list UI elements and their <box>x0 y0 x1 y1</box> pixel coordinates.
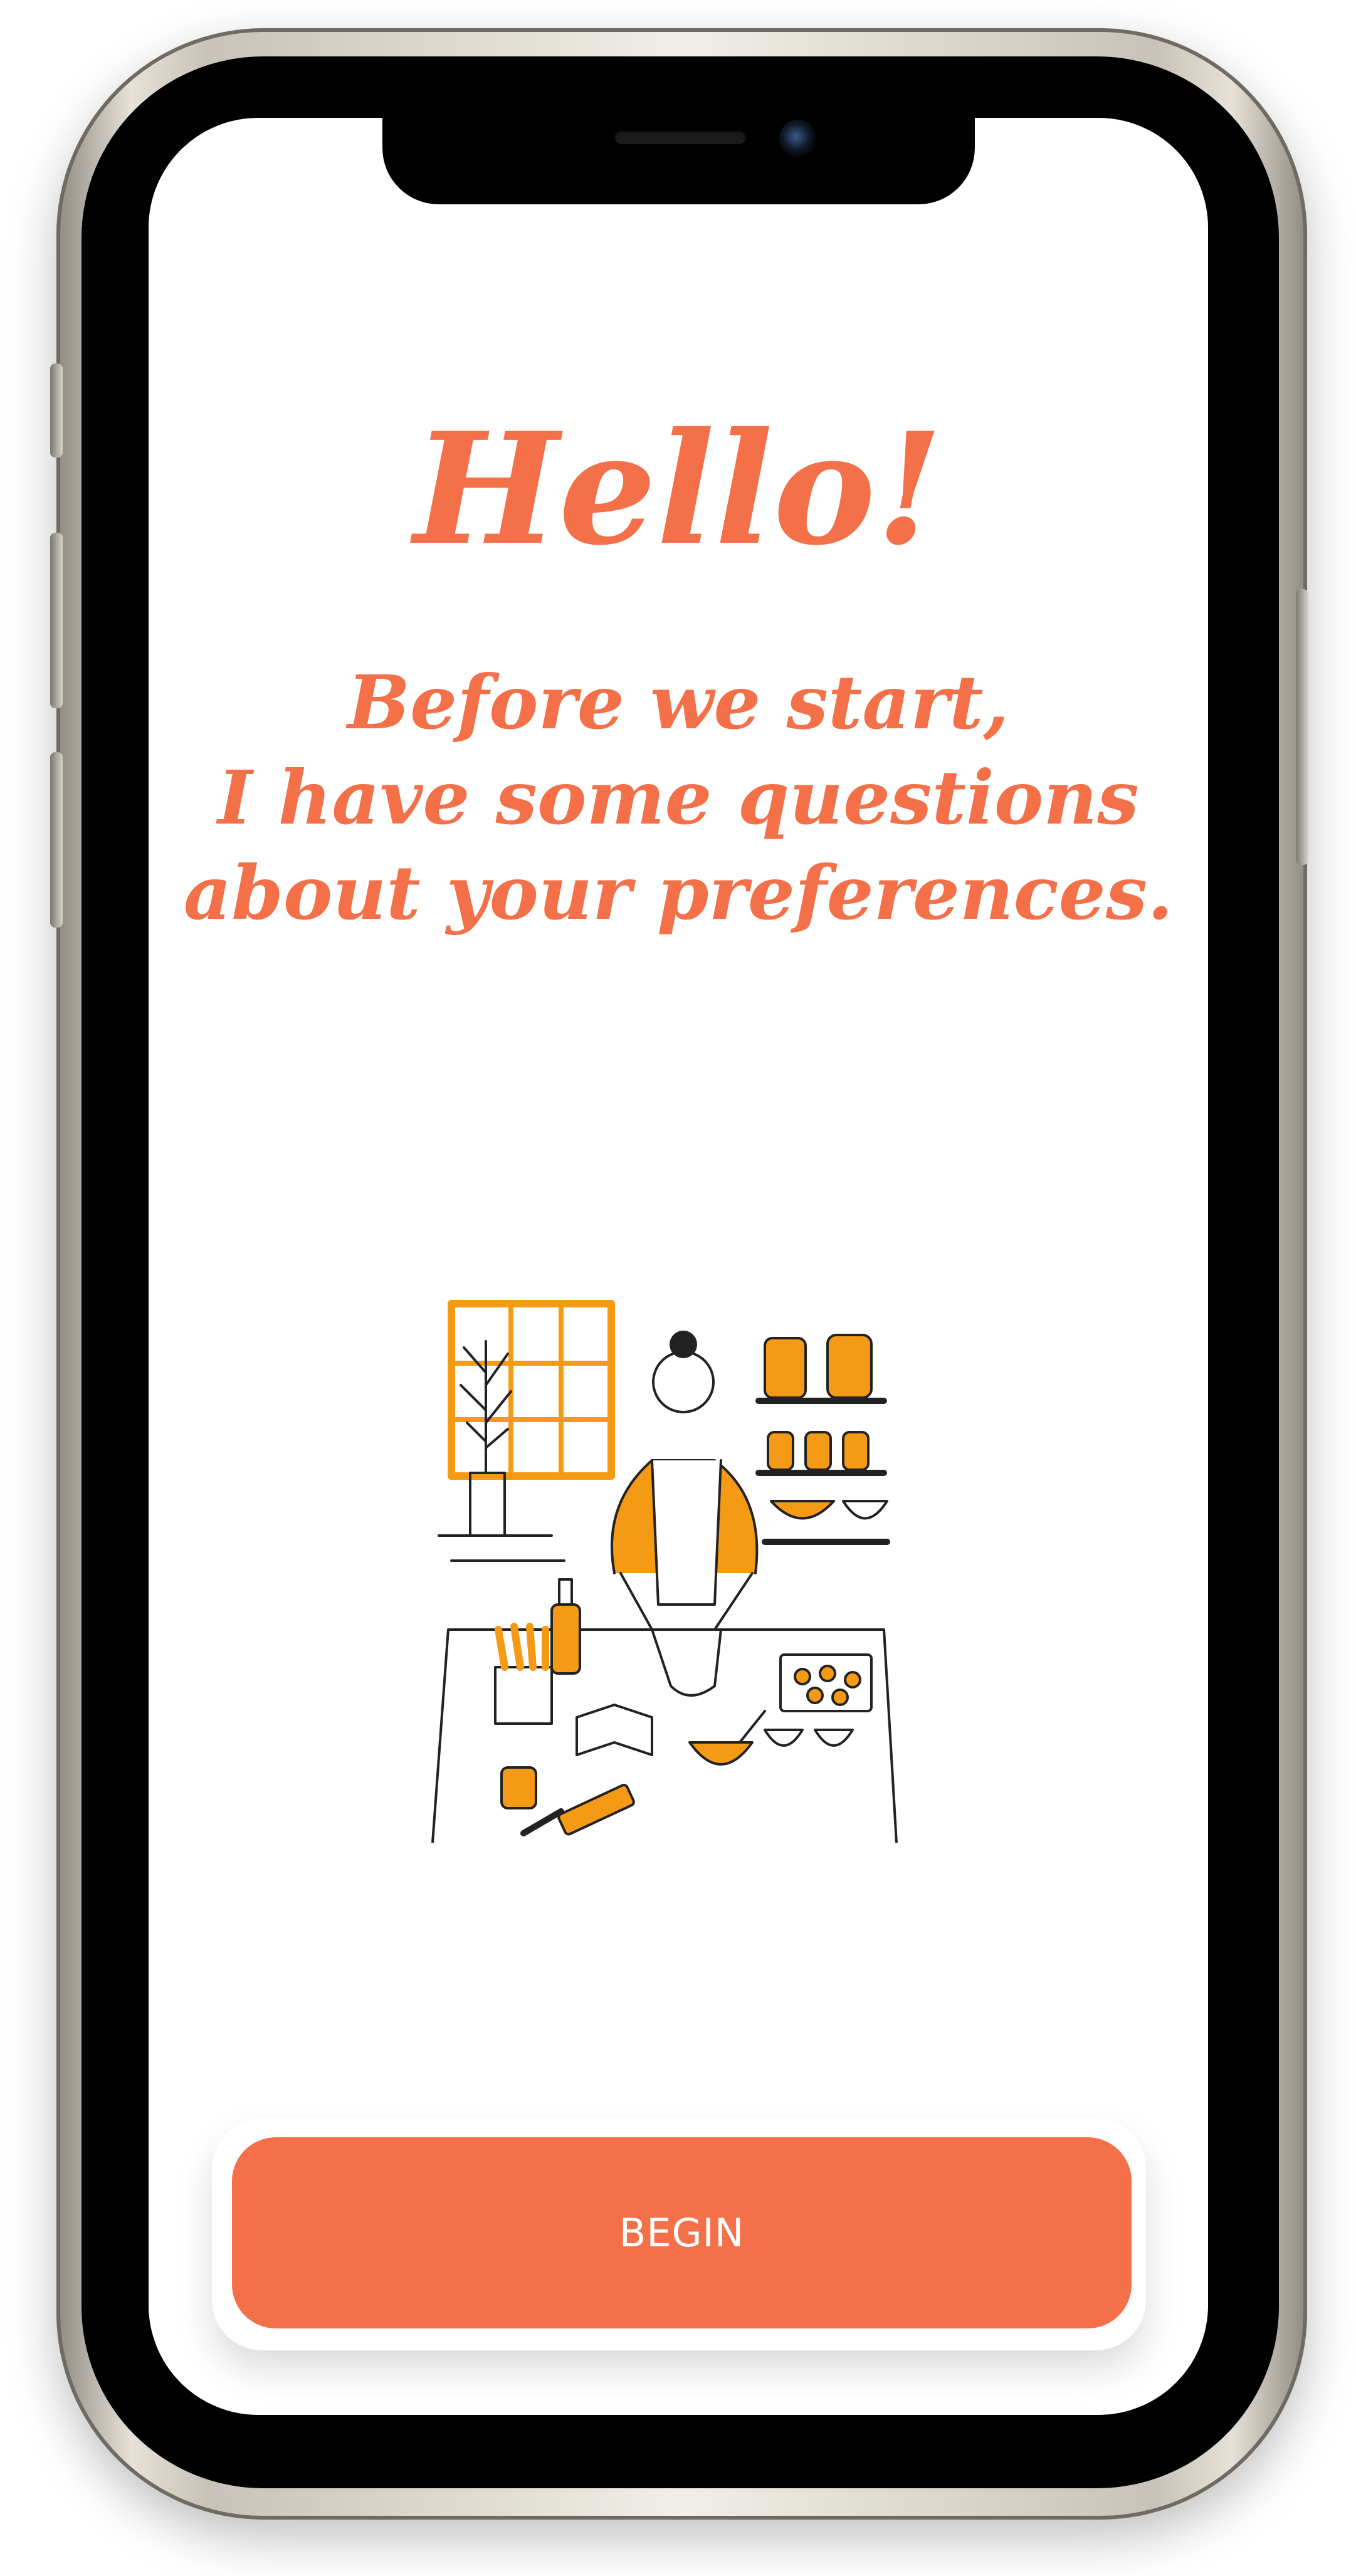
cups-icon <box>764 1729 854 1747</box>
plant-icon <box>438 1340 565 1562</box>
window-icon <box>448 1300 615 1480</box>
side-button-volume-up <box>50 533 63 708</box>
greeting-title: Hello! <box>413 399 943 579</box>
shelf-jars-icon <box>755 1334 890 1545</box>
speaker-grille <box>614 130 746 144</box>
side-button-power <box>1296 589 1308 865</box>
woman-icon <box>611 1331 759 1631</box>
bowl-icon <box>688 1710 766 1766</box>
pot-icon <box>651 1628 722 1697</box>
side-button-mute <box>50 364 63 458</box>
jar-icon <box>500 1766 537 1809</box>
begin-button[interactable]: BEGIN <box>232 2137 1132 2328</box>
book-icon <box>576 1704 653 1756</box>
side-button-volume-down <box>50 752 63 928</box>
knife-icon <box>520 1784 635 1836</box>
intro-subtitle: Before we start, I have some questions a… <box>183 659 1174 936</box>
basket-icon <box>494 1623 553 1725</box>
front-camera-icon <box>779 120 817 157</box>
bottle-icon <box>550 1578 581 1675</box>
tray-icon <box>779 1653 873 1712</box>
cooking-woman-illustration <box>431 1300 898 1843</box>
